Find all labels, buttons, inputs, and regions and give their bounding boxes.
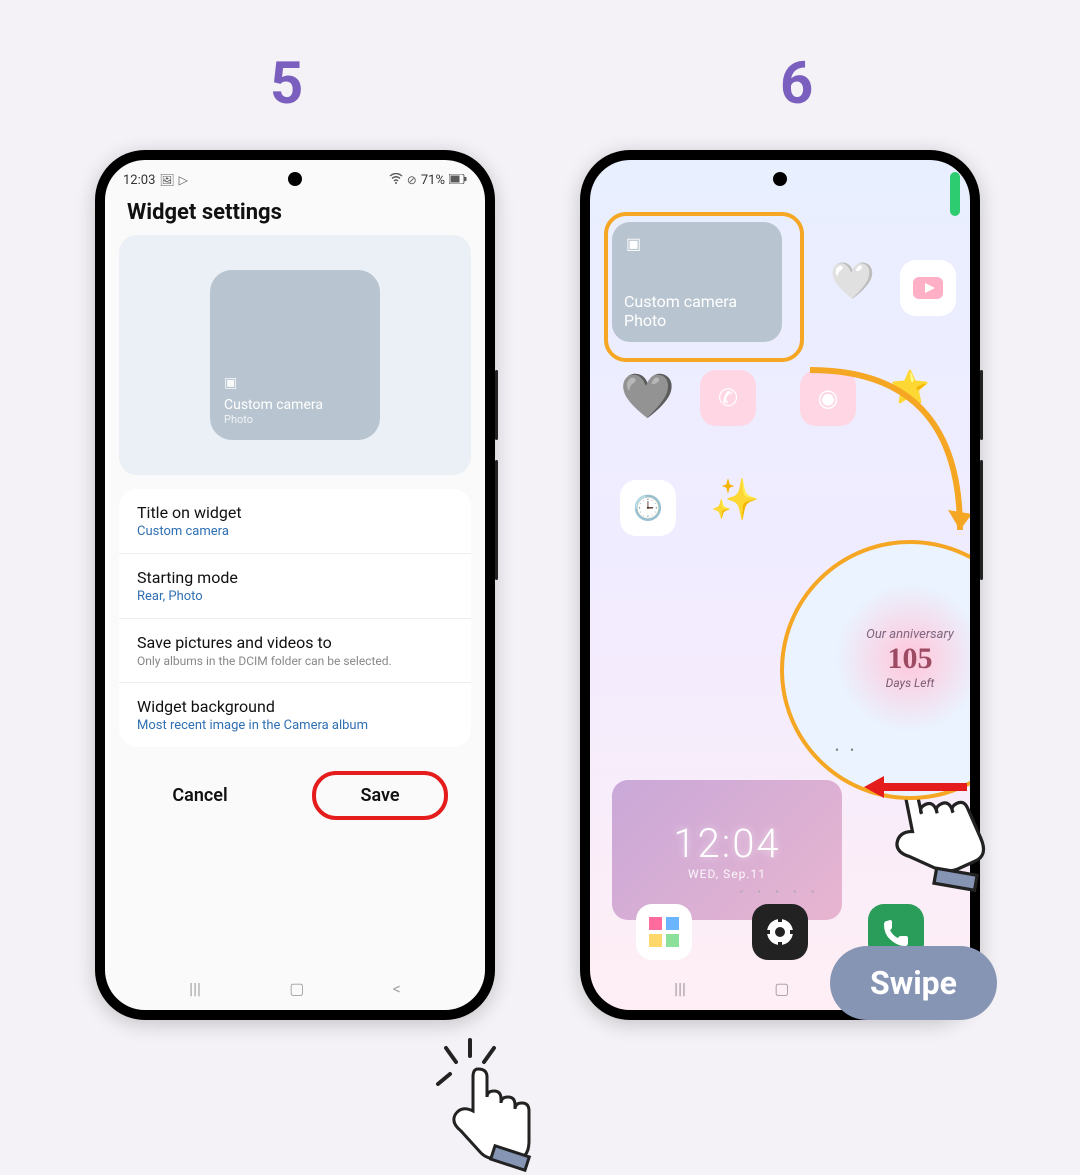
image-icon: 🖼 — [159, 173, 174, 187]
recents-icon[interactable]: ||| — [674, 979, 686, 998]
camera-icon: ▣ — [224, 375, 366, 391]
settings-list: Title on widget Custom camera Starting m… — [119, 489, 471, 747]
status-battery: 71% — [421, 173, 445, 188]
setting-value: Rear, Photo — [137, 589, 453, 604]
setting-label: Widget background — [137, 697, 453, 716]
dock-app-widgets[interactable] — [636, 904, 692, 960]
star-icon: ⭐ — [890, 368, 930, 406]
home-page-dots: • • • • • — [590, 887, 970, 898]
widget-highlight-box — [604, 212, 804, 362]
setting-starting-mode[interactable]: Starting mode Rear, Photo — [119, 554, 471, 619]
play-icon: ▷ — [179, 173, 188, 187]
status-pill — [950, 172, 960, 216]
wifi-icon — [389, 173, 403, 188]
step-number-6: 6 — [780, 50, 813, 118]
screen-left: 12:03 🖼 ▷ ⊘ 71% Widget settings ▣ Custom… — [105, 160, 485, 1010]
setting-label: Starting mode — [137, 568, 453, 587]
dnd-icon: ⊘ — [407, 173, 417, 187]
app-icon-camera[interactable]: ◉ — [800, 370, 856, 426]
recents-icon[interactable]: ||| — [189, 979, 201, 998]
battery-icon — [449, 173, 467, 187]
save-button[interactable]: Save — [312, 771, 447, 820]
step-number-5: 5 — [270, 50, 303, 118]
pointer-hand-icon — [430, 1055, 550, 1175]
star-icon: ✨ — [710, 476, 760, 523]
heart-icon: 🩶 — [620, 370, 675, 422]
page-dots: • • — [835, 743, 970, 757]
setting-label: Title on widget — [137, 503, 453, 522]
phone-left: 12:03 🖼 ▷ ⊘ 71% Widget settings ▣ Custom… — [95, 150, 495, 1020]
setting-widget-background[interactable]: Widget background Most recent image in t… — [119, 683, 471, 747]
clock-date: WED, Sep.11 — [688, 867, 766, 881]
cancel-button[interactable]: Cancel — [142, 771, 257, 820]
swipe-label: Swipe — [830, 946, 997, 1020]
app-icon-clock[interactable]: 🕒 — [620, 480, 676, 536]
widget-preview-area: ▣ Custom camera Photo — [119, 235, 471, 475]
android-navbar: ||| ▢ < — [105, 979, 485, 998]
setting-value: Most recent image in the Camera album — [137, 718, 453, 733]
preview-title: Custom camera — [224, 397, 366, 413]
callout-subtitle: Days Left — [886, 676, 935, 690]
setting-value: Custom camera — [137, 524, 453, 539]
app-icon-phone[interactable]: ✆ — [700, 370, 756, 426]
clock-time: 12:04 — [673, 820, 780, 867]
app-icon-youtube[interactable] — [900, 260, 956, 316]
camera-notch — [773, 172, 787, 186]
callout-title: Our anniversary — [866, 627, 954, 642]
setting-title-on-widget[interactable]: Title on widget Custom camera — [119, 489, 471, 554]
anniversary-widget[interactable]: Our anniversary 105 Days Left — [835, 583, 970, 733]
setting-label: Save pictures and videos to — [137, 633, 453, 652]
status-time: 12:03 — [123, 173, 155, 188]
home-icon[interactable]: ▢ — [289, 979, 304, 998]
bottom-buttons: Cancel Save — [105, 761, 485, 820]
camera-notch — [288, 172, 302, 186]
preview-subtitle: Photo — [224, 413, 366, 426]
setting-save-location[interactable]: Save pictures and videos to Only albums … — [119, 619, 471, 683]
heart-icon: 🤍 — [830, 260, 875, 302]
circular-callout: Our anniversary 105 Days Left • • — [780, 540, 970, 800]
screen-right: ▣ Custom camera Photo 🤍 🩶 ✆ ◉ ⭐ 🕒 ✨ Our … — [590, 160, 970, 1010]
clock-widget[interactable]: 12:04 WED, Sep.11 — [612, 780, 842, 920]
phone-right: ▣ Custom camera Photo 🤍 🩶 ✆ ◉ ⭐ 🕒 ✨ Our … — [580, 150, 980, 1020]
click-burst-icon — [432, 1034, 502, 1094]
back-icon[interactable]: < — [393, 979, 401, 998]
callout-number: 105 — [888, 642, 933, 676]
dock-app-settings[interactable] — [752, 904, 808, 960]
setting-description: Only albums in the DCIM folder can be se… — [137, 654, 453, 668]
widget-preview[interactable]: ▣ Custom camera Photo — [210, 270, 380, 440]
page-title: Widget settings — [105, 194, 485, 235]
home-icon[interactable]: ▢ — [774, 979, 789, 998]
